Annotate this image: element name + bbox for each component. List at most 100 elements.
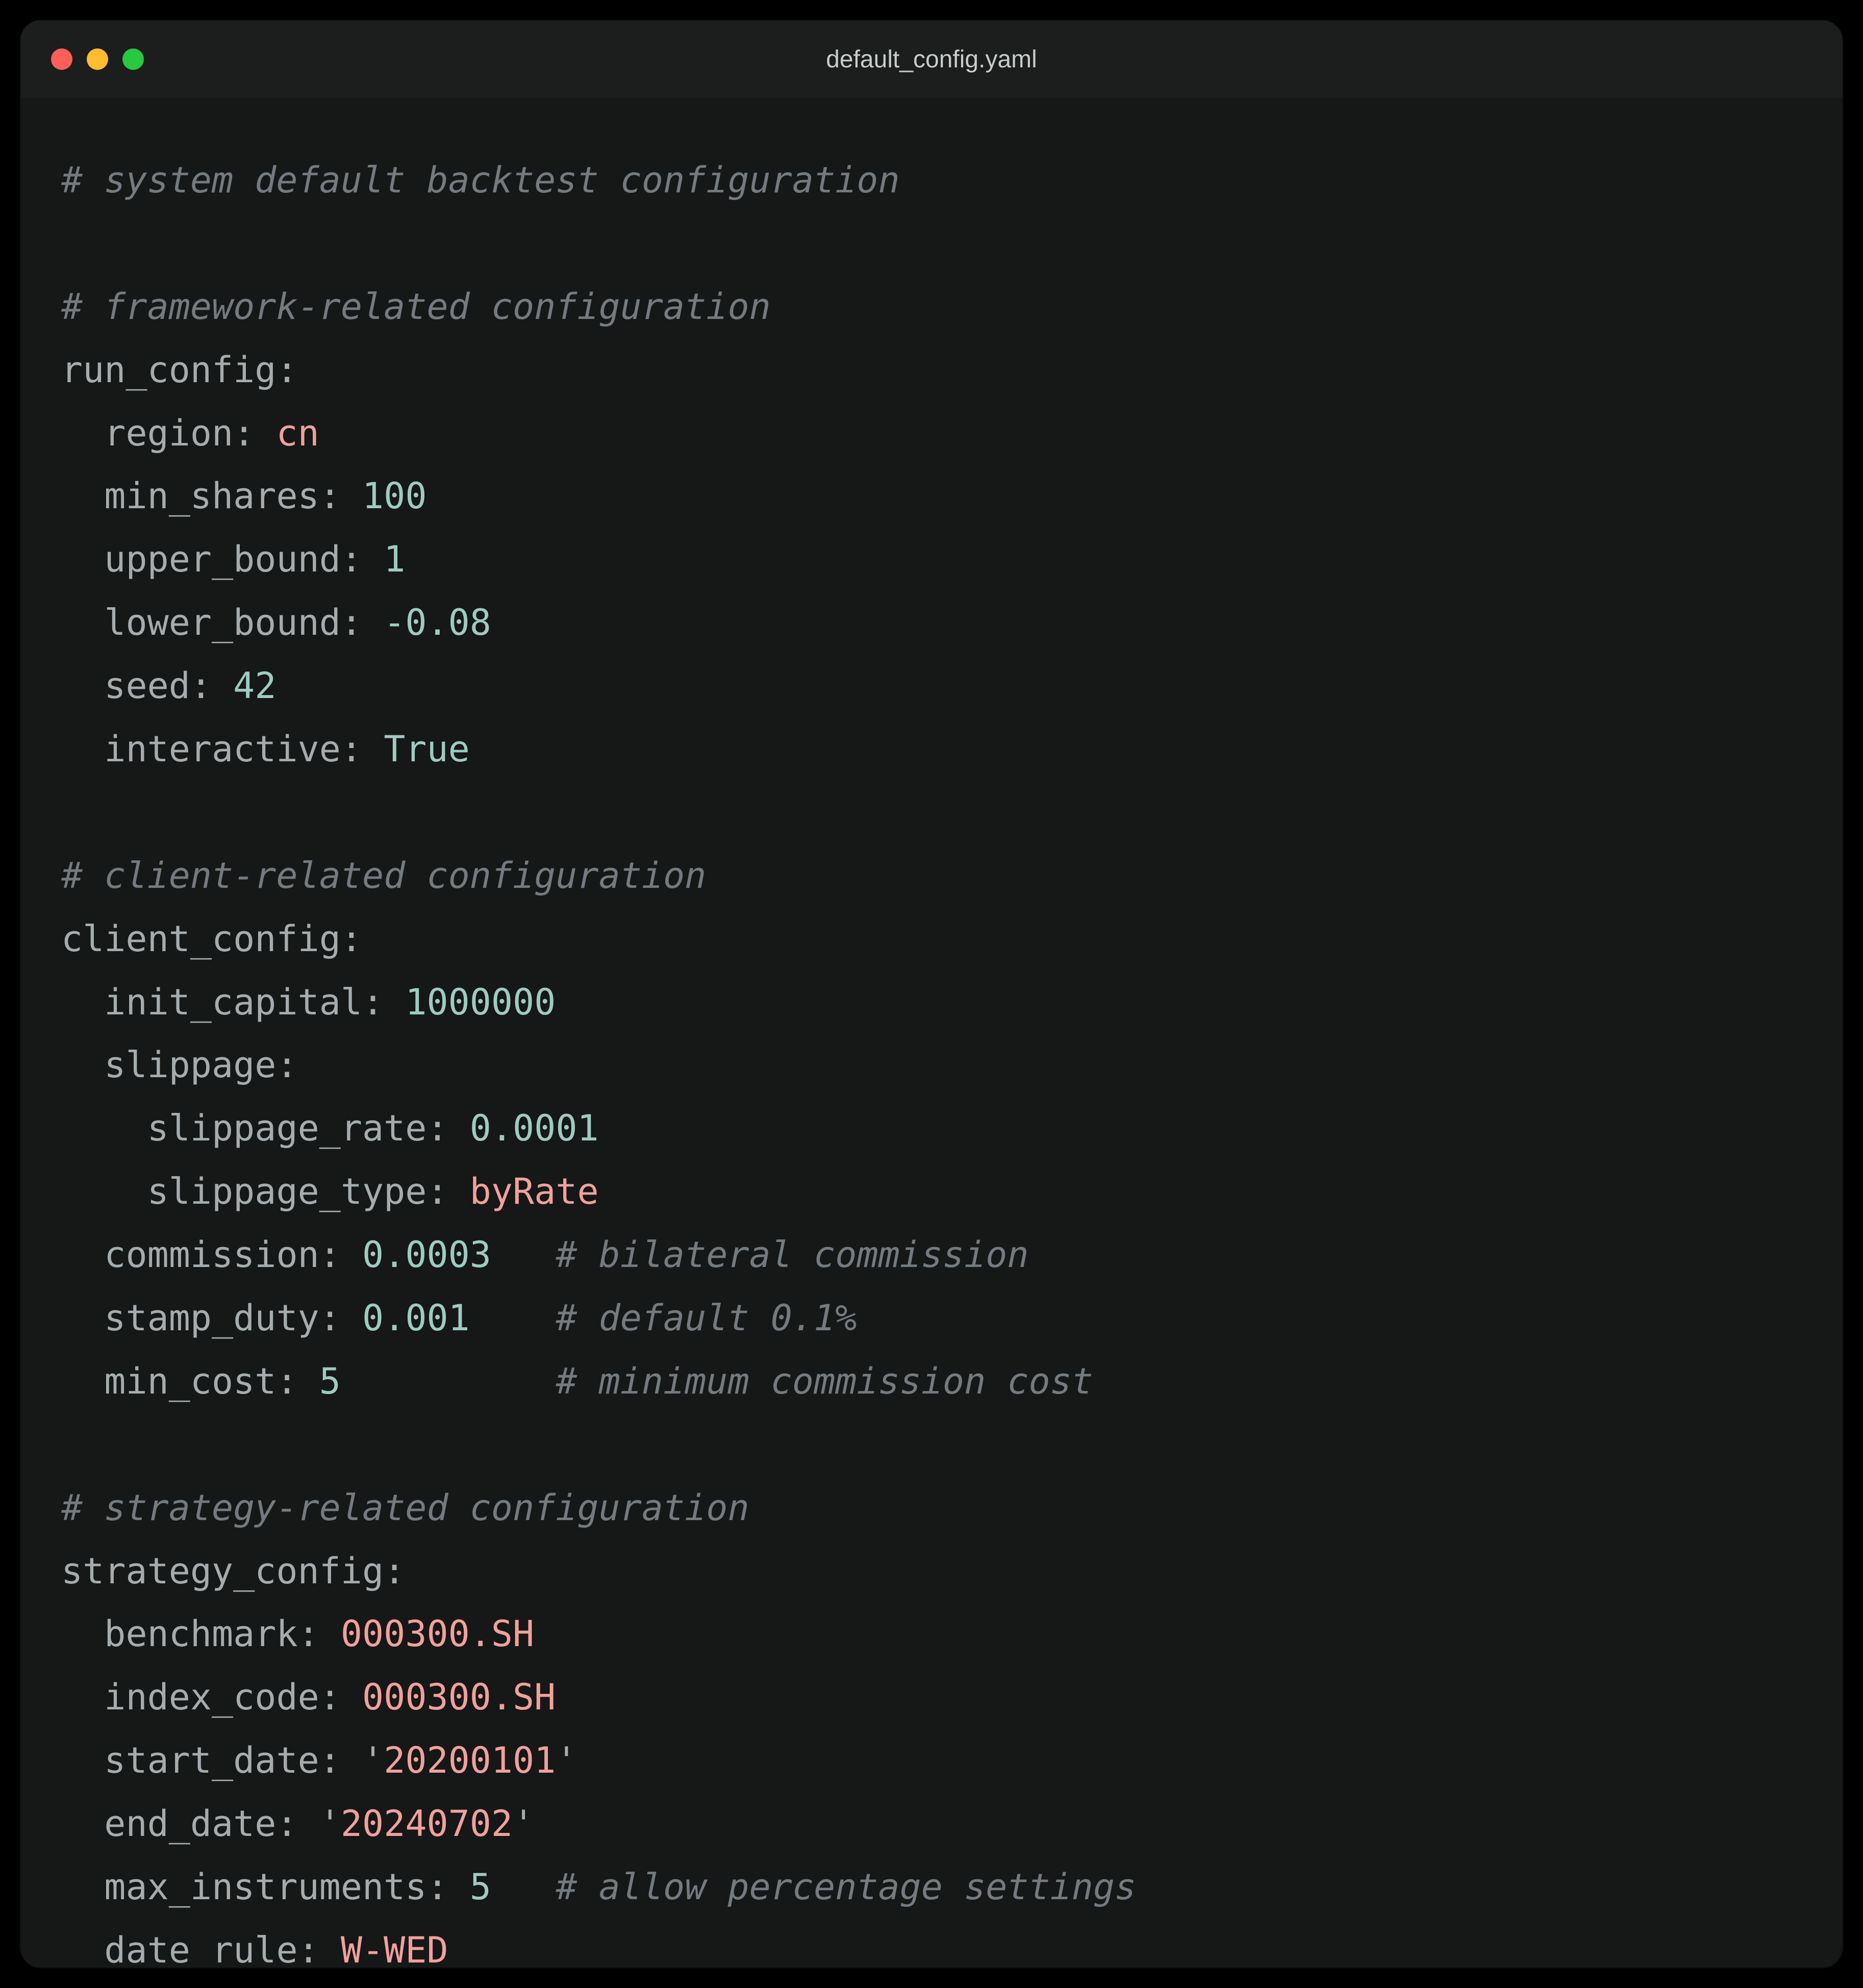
code-line: end_date: '20240702' xyxy=(61,1803,534,1845)
colon: : xyxy=(426,1107,469,1149)
code-line: max_instruments: 5 # allow percentage se… xyxy=(61,1866,1136,1908)
colon: : xyxy=(341,918,362,960)
yaml-key: benchmark xyxy=(104,1613,297,1655)
yaml-key: seed xyxy=(104,665,190,707)
colon: : xyxy=(233,412,276,454)
yaml-key: index_code xyxy=(104,1676,319,1718)
code-line: start_date: '20200101' xyxy=(61,1740,577,1781)
yaml-bool: True xyxy=(384,728,470,770)
yaml-number: 5 xyxy=(319,1360,341,1402)
yaml-number: 1000000 xyxy=(405,981,556,1023)
yaml-number: 0.0001 xyxy=(470,1107,599,1149)
yaml-key: slippage_type xyxy=(147,1171,427,1212)
yaml-key: end_date xyxy=(104,1803,276,1845)
comment: # system default backtest configuration xyxy=(61,159,900,201)
inline-comment: # bilateral commission xyxy=(556,1234,1028,1276)
colon: : xyxy=(298,1929,341,1968)
inline-comment: # minimum commission cost xyxy=(556,1360,1093,1402)
yaml-key: max_instruments xyxy=(104,1866,426,1908)
code-line: region: cn xyxy=(61,412,319,454)
yaml-key: min_cost xyxy=(104,1360,276,1402)
traffic-lights xyxy=(51,48,144,70)
yaml-key: slippage_rate xyxy=(147,1107,427,1149)
yaml-key: interactive xyxy=(104,728,341,770)
colon: : xyxy=(426,1866,469,1908)
yaml-string: 20200101 xyxy=(384,1740,556,1781)
colon: : xyxy=(276,349,297,391)
comment: # framework-related configuration xyxy=(61,286,771,328)
code-line: seed: 42 xyxy=(61,665,276,707)
code-line: run_config: xyxy=(61,349,298,391)
code-line: lower_bound: -0.08 xyxy=(61,602,491,643)
yaml-key: min_shares xyxy=(104,475,319,517)
yaml-key: strategy_config xyxy=(61,1550,384,1592)
code-line: # system default backtest configuration xyxy=(61,159,900,201)
yaml-number: 5 xyxy=(470,1866,491,1908)
comment: # client-related configuration xyxy=(61,855,706,897)
yaml-key: lower_bound xyxy=(104,602,341,643)
colon: : xyxy=(319,1234,362,1276)
colon: : xyxy=(190,665,233,707)
yaml-number: 42 xyxy=(233,665,276,707)
colon: : xyxy=(384,1550,405,1592)
yaml-key: upper_bound xyxy=(104,538,341,580)
colon: : xyxy=(426,1171,469,1212)
yaml-key: date_rule xyxy=(104,1929,297,1968)
yaml-key: start_date xyxy=(104,1740,319,1781)
yaml-string: cn xyxy=(276,412,319,454)
colon: : xyxy=(341,728,384,770)
yaml-number: 0.001 xyxy=(362,1297,470,1339)
comment: # strategy-related configuration xyxy=(61,1487,749,1529)
quote: ' xyxy=(556,1740,577,1781)
colon: : xyxy=(362,981,405,1023)
yaml-number: 100 xyxy=(362,475,426,517)
colon: : xyxy=(319,1297,362,1339)
code-line: # strategy-related configuration xyxy=(61,1487,749,1529)
zoom-icon[interactable] xyxy=(122,48,144,70)
code-line: date_rule: W-WED xyxy=(61,1929,448,1968)
colon: : xyxy=(319,1676,362,1718)
code-line: interactive: True xyxy=(61,728,470,770)
inline-comment: # default 0.1% xyxy=(556,1297,857,1339)
code-line: slippage_type: byRate xyxy=(61,1171,599,1212)
titlebar: default_config.yaml xyxy=(20,20,1843,98)
code-line: min_shares: 100 xyxy=(61,475,426,517)
code-line: slippage: xyxy=(61,1044,298,1086)
yaml-number: -0.08 xyxy=(384,602,491,643)
yaml-key: region xyxy=(104,412,233,454)
yaml-string: 20240702 xyxy=(341,1803,513,1845)
code-editor[interactable]: # system default backtest configuration … xyxy=(20,98,1843,1968)
yaml-key: stamp_duty xyxy=(104,1297,319,1339)
yaml-key: slippage xyxy=(104,1044,276,1086)
code-line: # framework-related configuration xyxy=(61,286,771,328)
editor-window: default_config.yaml # system default bac… xyxy=(20,20,1843,1968)
code-line: stamp_duty: 0.001 # default 0.1% xyxy=(61,1297,857,1339)
code-line: min_cost: 5 # minimum commission cost xyxy=(61,1360,1093,1402)
colon: : xyxy=(341,602,384,643)
minimize-icon[interactable] xyxy=(87,48,108,70)
yaml-number: 0.0003 xyxy=(362,1234,491,1276)
code-line: # client-related configuration xyxy=(61,855,706,897)
code-line: init_capital: 1000000 xyxy=(61,981,556,1023)
yaml-key: client_config xyxy=(61,918,341,960)
quote: ' xyxy=(319,1803,341,1845)
window-title: default_config.yaml xyxy=(20,45,1843,73)
code-line: upper_bound: 1 xyxy=(61,538,405,580)
code-line: client_config: xyxy=(61,918,362,960)
colon: : xyxy=(298,1613,341,1655)
yaml-key: commission xyxy=(104,1234,319,1276)
colon: : xyxy=(276,1360,319,1402)
code-line: slippage_rate: 0.0001 xyxy=(61,1107,599,1149)
close-icon[interactable] xyxy=(51,48,72,70)
yaml-string: 000300.SH xyxy=(362,1676,556,1718)
quote: ' xyxy=(362,1740,384,1781)
colon: : xyxy=(276,1044,297,1086)
yaml-string: byRate xyxy=(470,1171,599,1212)
colon: : xyxy=(341,538,384,580)
code-line: benchmark: 000300.SH xyxy=(61,1613,534,1655)
colon: : xyxy=(319,475,362,517)
yaml-key: init_capital xyxy=(104,981,362,1023)
colon: : xyxy=(319,1740,362,1781)
code-line: commission: 0.0003 # bilateral commissio… xyxy=(61,1234,1029,1276)
yaml-key: run_config xyxy=(61,349,276,391)
